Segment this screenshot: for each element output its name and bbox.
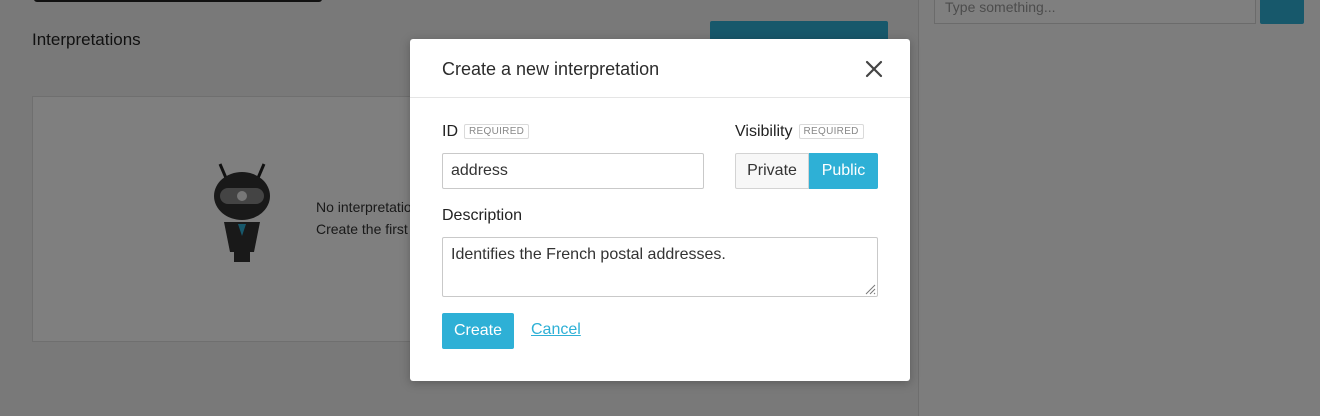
visibility-required-badge: REQUIRED: [798, 124, 864, 139]
cancel-link[interactable]: Cancel: [531, 321, 581, 339]
id-label-row: ID REQUIRED: [442, 123, 530, 141]
id-required-badge: REQUIRED: [464, 124, 530, 139]
resize-grip-icon[interactable]: [864, 283, 876, 295]
id-input[interactable]: [442, 153, 704, 189]
modal-header: Create a new interpretation: [410, 39, 910, 98]
create-interpretation-modal: Create a new interpretation ID REQUIRED V…: [410, 39, 910, 381]
visibility-toggle-group: Private Public: [735, 153, 878, 189]
description-label: Description: [442, 207, 523, 224]
close-icon: [865, 60, 883, 78]
close-button[interactable]: [862, 57, 886, 81]
create-button[interactable]: Create: [442, 313, 514, 349]
id-label: ID: [442, 123, 458, 140]
visibility-label-row: Visibility REQUIRED: [735, 123, 864, 141]
description-textarea[interactable]: Identifies the French postal addresses.: [442, 237, 878, 297]
visibility-public-button[interactable]: Public: [809, 153, 878, 189]
modal-title: Create a new interpretation: [442, 59, 660, 79]
visibility-label: Visibility: [735, 123, 793, 140]
visibility-private-button[interactable]: Private: [735, 153, 809, 189]
